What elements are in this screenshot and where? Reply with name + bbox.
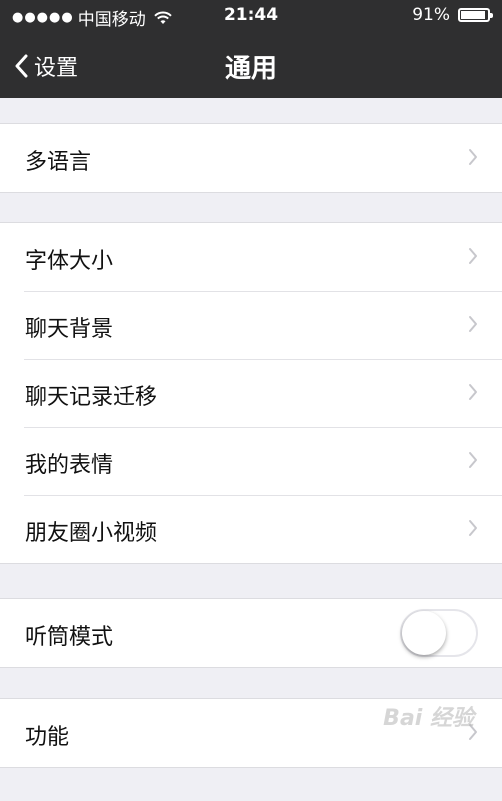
row-label: 多语言: [25, 150, 92, 175]
chevron-right-icon: [469, 248, 477, 264]
settings-row-moments-video[interactable]: 朋友圈小视频: [0, 495, 502, 563]
settings-group-chat: 字体大小 聊天背景 聊天记录迁移 我的表情 朋友圈小视频: [0, 222, 502, 564]
navigation-bar: 设置 通用: [0, 32, 502, 98]
row-label: 聊天记录迁移: [25, 385, 158, 410]
settings-row-language[interactable]: 多语言: [0, 124, 502, 192]
row-label: 朋友圈小视频: [25, 521, 158, 546]
chevron-right-icon: [469, 316, 477, 332]
settings-group-language: 多语言: [0, 123, 502, 193]
earpiece-mode-toggle[interactable]: [400, 609, 478, 657]
settings-row-font-size[interactable]: 字体大小: [0, 223, 502, 291]
chevron-right-icon: [469, 452, 477, 468]
battery-fill: [461, 11, 485, 19]
status-bar: ●●●●● 中国移动 21:44 91%: [0, 0, 502, 32]
battery-icon: [458, 8, 493, 22]
row-label: 字体大小: [25, 249, 114, 274]
toggle-knob: [402, 611, 446, 655]
page-title: 通用: [224, 54, 277, 84]
row-label: 我的表情: [25, 453, 114, 478]
row-label: 聊天背景: [25, 317, 114, 342]
row-label: 功能: [25, 725, 70, 750]
chevron-right-icon: [469, 520, 477, 536]
battery-percent: 91%: [412, 5, 450, 25]
settings-row-chat-history-migration[interactable]: 聊天记录迁移: [0, 359, 502, 427]
chevron-right-icon: [469, 149, 477, 165]
settings-row-my-stickers[interactable]: 我的表情: [0, 427, 502, 495]
row-label: 听筒模式: [25, 625, 114, 650]
status-right: 91%: [412, 5, 493, 25]
settings-group-earpiece: 听筒模式: [0, 598, 502, 668]
settings-row-chat-background[interactable]: 聊天背景: [0, 291, 502, 359]
settings-row-earpiece-mode: 听筒模式: [0, 599, 502, 667]
chevron-right-icon: [469, 384, 477, 400]
watermark: Bai 经验: [383, 706, 474, 731]
